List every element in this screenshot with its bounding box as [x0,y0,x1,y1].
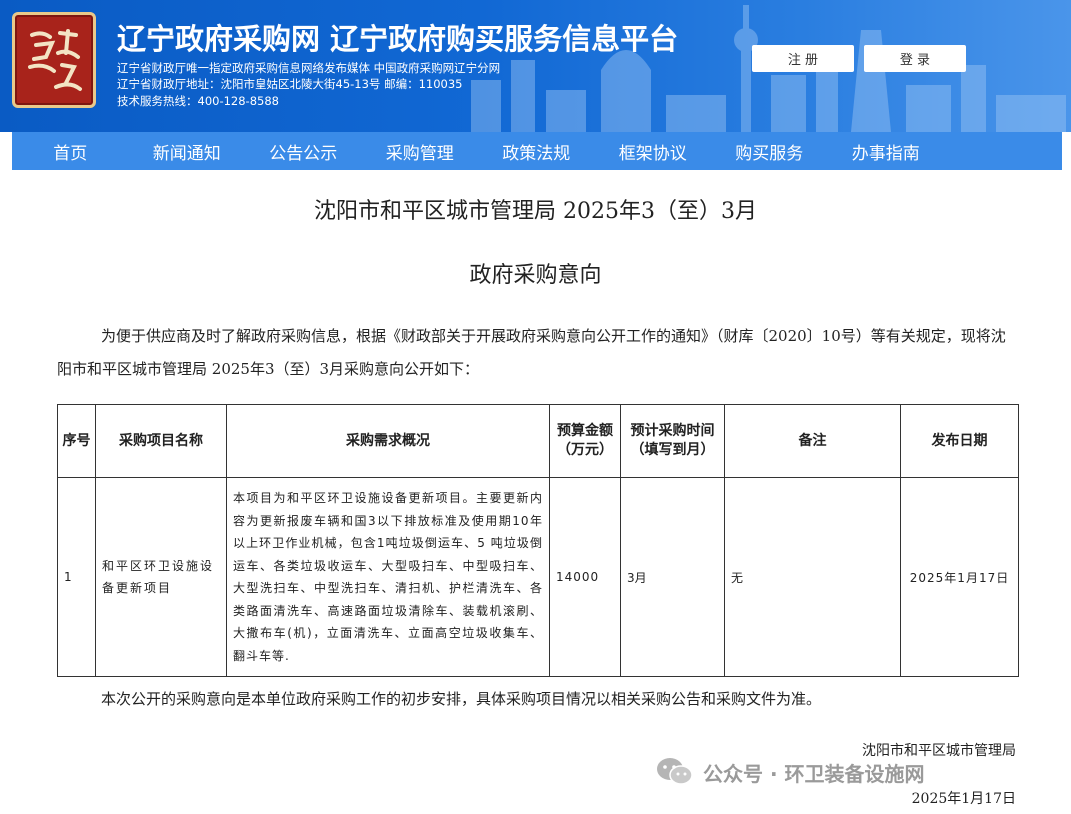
header-banner: 辽宁政府采购网 辽宁政府购买服务信息平台 辽宁省财政厅唯一指定政府采购信息网络发… [0,0,1071,132]
header-info-line-1: 辽宁省财政厅唯一指定政府采购信息网络发布媒体 中国政府采购网辽宁分网 [117,61,501,75]
cell-no: 1 [57,477,96,677]
seal-calligraphy-graphic [28,29,82,91]
signature-date: 2025年1月17日 [911,791,1016,807]
cell-note: 无 [724,477,901,677]
nav-item-news[interactable]: 新闻通知 [129,139,246,164]
document-title: 沈阳市和平区城市管理局 2025年3（至）3月 [314,199,757,224]
main-nav: 首页 新闻通知 公告公示 采购管理 政策法规 框架协议 购买服务 办事指南 [12,132,1062,170]
cell-time: 3月 [620,477,725,677]
header-amount: 预算金额（万元） [549,404,621,478]
nav-item-services[interactable]: 购买服务 [711,139,828,164]
cell-name: 和平区环卫设施设备更新项目 [95,477,227,677]
site-title: 辽宁政府采购网 辽宁政府购买服务信息平台 [117,22,679,56]
watermark-text: 公众号 · 环卫装备设施网 [703,761,925,786]
table-header-row: 序号 采购项目名称 采购需求概况 预算金额（万元） 预计采购时间（填写到月） 备… [57,404,1019,478]
nav-item-procurement[interactable]: 采购管理 [362,139,479,164]
nav-item-framework[interactable]: 框架协议 [595,139,712,164]
watermark: 公众号 · 环卫装备设施网 [655,756,925,788]
nav-item-guide[interactable]: 办事指南 [828,139,945,164]
wechat-icon [657,758,693,785]
login-button[interactable]: 登 录 [864,45,966,72]
document-subtitle: 政府采购意向 [469,263,602,288]
register-button[interactable]: 注 册 [752,45,854,72]
logo-seal [12,12,96,108]
header-info-line-2: 辽宁省财政厅地址：沈阳市皇姑区北陵大街45-13号 邮编：110035 [117,77,463,91]
procurement-intent-table: 序号 采购项目名称 采购需求概况 预算金额（万元） 预计采购时间（填写到月） 备… [57,404,1019,677]
header-name: 采购项目名称 [95,404,227,478]
closing-paragraph: 本次公开的采购意向是本单位政府采购工作的初步安排，具体采购项目情况以相关采购公告… [101,690,822,708]
header-date: 发布日期 [900,404,1019,478]
cell-desc: 本项目为和平区环卫设施设备更新项目。主要更新内容为更新报废车辆和国3以下排放标准… [226,477,550,677]
nav-item-announcements[interactable]: 公告公示 [245,139,362,164]
cell-date: 2025年1月17日 [900,477,1019,677]
header-info-line-3: 技术服务热线：400-128-8588 [117,94,279,108]
header-note: 备注 [724,404,901,478]
table-row: 1 和平区环卫设施设备更新项目 本项目为和平区环卫设施设备更新项目。主要更新内容… [57,477,1019,677]
intro-paragraph: 为便于供应商及时了解政府采购信息，根据《财政部关于开展政府采购意向公开工作的通知… [57,327,1006,378]
header-desc: 采购需求概况 [226,404,550,478]
header-no: 序号 [57,404,96,478]
nav-item-policies[interactable]: 政策法规 [478,139,595,164]
header-time: 预计采购时间（填写到月） [620,404,725,478]
nav-item-home[interactable]: 首页 [12,139,129,164]
cell-amount: 14000 [549,477,621,677]
